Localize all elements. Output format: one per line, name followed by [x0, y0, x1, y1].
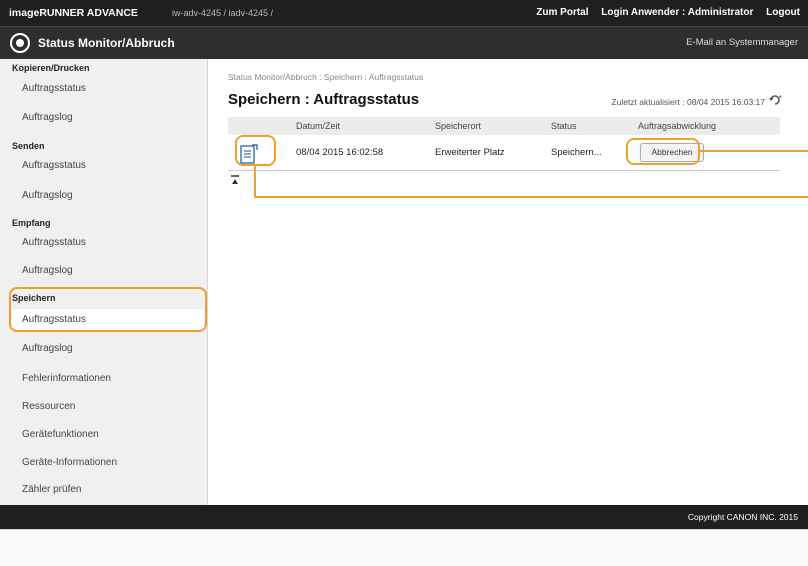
column-header-status: Status [551, 121, 577, 131]
column-header-datetime: Datum/Zeit [296, 121, 341, 131]
bottom-strip [0, 529, 808, 566]
sidebar-item-device-functions[interactable]: Gerätefunktionen [12, 424, 204, 446]
top-nav: Zum Portal Login Anwender : Administrato… [526, 7, 800, 18]
callout-line-cancel [699, 150, 808, 152]
sidebar-item-receive-job-status[interactable]: Auftragsstatus [12, 232, 204, 254]
device-hostname: iw-adv-4245 / iadv-4245 / [172, 8, 274, 18]
sidebar-item-send-job-status[interactable]: Auftragsstatus [12, 155, 204, 177]
footer: Copyright CANON INC. 2015 [0, 505, 808, 529]
portal-link[interactable]: Zum Portal [536, 7, 588, 18]
sidebar-item-receive-job-log[interactable]: Auftragslog [12, 260, 204, 282]
refresh-icon[interactable] [768, 93, 782, 107]
main-content: Status Monitor/Abbruch : Speichern : Auf… [208, 59, 808, 505]
sidebar: Kopieren/Drucken Auftragsstatus Auftrags… [0, 59, 208, 505]
callout-line-icon-horizontal [254, 196, 808, 198]
login-user-label: Login Anwender : Administrator [601, 7, 754, 18]
cell-status: Speichern... [551, 147, 602, 158]
status-monitor-icon [10, 33, 30, 53]
title-bar: Status Monitor/Abbruch E-Mail an Systemm… [0, 26, 808, 59]
highlight-job-details-icon [235, 135, 276, 166]
email-admin-link[interactable]: E-Mail an Systemmanager [686, 37, 798, 48]
callout-line-icon-vertical [254, 166, 256, 198]
sidebar-item-device-info[interactable]: Geräte-Informationen [12, 452, 204, 474]
sidebar-item-send-job-log[interactable]: Auftragslog [12, 185, 204, 207]
sidebar-header-copy-print: Kopieren/Drucken [12, 63, 90, 73]
highlight-cancel-button [626, 138, 700, 165]
logout-link[interactable]: Logout [766, 7, 800, 18]
table-header: Datum/Zeit Speicherort Status Auftragsab… [228, 117, 780, 135]
top-bar: imageRUNNER ADVANCE iw-adv-4245 / iadv-4… [0, 0, 808, 26]
sidebar-item-store-job-log[interactable]: Auftragslog [12, 338, 204, 360]
copyright-text: Copyright CANON INC. 2015 [687, 512, 798, 522]
sidebar-item-error-info[interactable]: Fehlerinformationen [12, 368, 204, 390]
last-updated-text: Zuletzt aktualisiert : 08/04 2015 16:03:… [611, 97, 765, 107]
column-header-location: Speicherort [435, 121, 482, 131]
highlight-store-section [9, 287, 207, 332]
cell-location: Erweiterter Platz [435, 147, 505, 158]
sidebar-item-check-counter[interactable]: Zähler prüfen [12, 479, 204, 501]
sidebar-item-copy-job-log[interactable]: Auftragslog [12, 107, 204, 129]
page-title: Status Monitor/Abbruch [38, 36, 175, 50]
main-heading: Speichern : Auftragsstatus [228, 91, 420, 108]
sidebar-item-copy-job-status[interactable]: Auftragsstatus [12, 78, 204, 100]
sidebar-header-send: Senden [12, 141, 45, 151]
scroll-top-icon[interactable] [230, 175, 240, 185]
breadcrumb: Status Monitor/Abbruch : Speichern : Auf… [228, 72, 424, 82]
column-header-job-handling: Auftragsabwicklung [638, 121, 717, 131]
product-name: imageRUNNER ADVANCE [9, 7, 138, 19]
sidebar-header-receive: Empfang [12, 218, 51, 228]
sidebar-item-resources[interactable]: Ressourcen [12, 396, 204, 418]
cell-datetime: 08/04 2015 16:02:58 [296, 147, 384, 158]
